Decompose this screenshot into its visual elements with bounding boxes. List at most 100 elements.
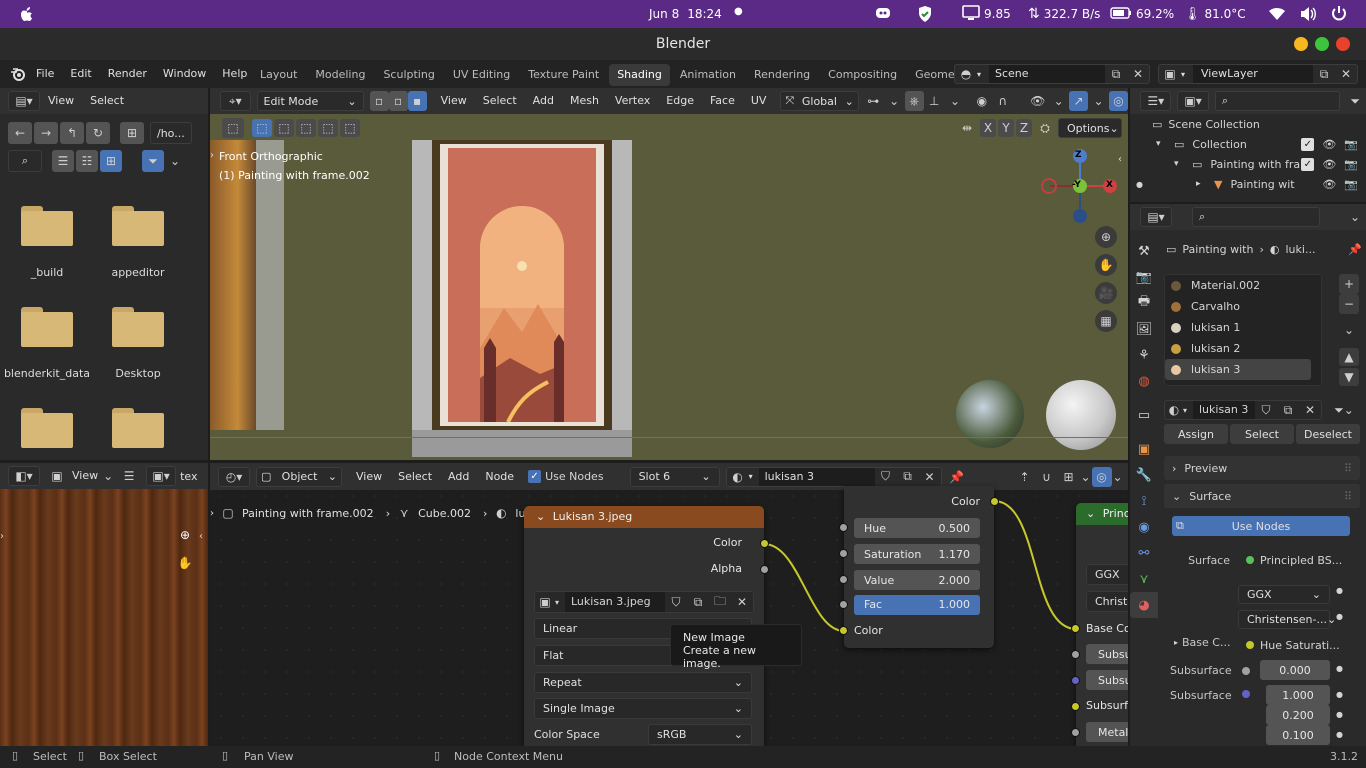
float-socket-icon[interactable] [1242,667,1250,675]
thumbnail-view-icon[interactable]: ⊞ [100,150,122,172]
camera-icon[interactable]: 🎥 [1095,282,1117,304]
snap-target-icon[interactable]: ⊥ [924,91,945,111]
extension-dropdown[interactable]: Repeat ⌄ [534,672,752,693]
options-dropdown[interactable]: Options ⌄ [1058,118,1122,138]
output-alpha-socket[interactable] [760,565,769,574]
chevron-right-icon[interactable]: › [210,150,214,161]
forward-arrow-icon[interactable]: → [34,122,58,144]
select-intersect-icon[interactable]: ⬚ [340,119,360,137]
subsurface-method-dropdown[interactable]: Christensen-... ⌄ [1238,610,1336,629]
tab-layout[interactable]: Layout [252,64,305,86]
apple-logo-icon[interactable] [18,5,36,23]
face-select-icon[interactable]: ▪ [407,91,427,111]
eye-icon[interactable]: 👁 [1322,158,1336,171]
fac-slider[interactable]: Fac 1.000 [854,595,980,615]
minimize-button[interactable] [1294,37,1308,51]
modifier-tab-icon[interactable]: 🔧 [1130,462,1158,488]
gizmo-toggle-icon[interactable]: ↗ [1069,91,1089,111]
material-slot-selected[interactable]: lukisan 3 [1165,359,1311,380]
close-icon[interactable]: ✕ [1127,64,1149,84]
select-button[interactable]: Select [1230,424,1294,444]
principled-bsdf-node[interactable]: ⌄ Princ GGX Christe Base Co Subsu Subsu … [1071,503,1128,746]
tab-modeling[interactable]: Modeling [307,64,373,86]
tab-animation[interactable]: Animation [672,64,744,86]
subsurface-field[interactable]: Subsu [1086,644,1128,664]
remove-slot-icon[interactable]: − [1339,294,1359,314]
drag-handle-icon[interactable]: ⠿ [1344,490,1352,503]
menu-add[interactable]: Add [525,88,562,114]
image-name[interactable]: Lukisan 3.jpeg [565,592,665,612]
wifi-icon[interactable] [1268,6,1286,25]
shield-icon[interactable] [917,5,933,26]
editor-type-button[interactable]: ⌖▾ [220,91,251,111]
select-subtract-icon[interactable]: ⬚ [296,119,316,137]
tool-tab-icon[interactable]: ⚒ [1130,238,1158,264]
drag-handle-icon[interactable]: ⠿ [1344,462,1352,475]
chevron-down-icon[interactable]: ▾ [1156,139,1170,149]
subsurface-field[interactable]: 0.000 [1260,660,1330,680]
copy-icon[interactable]: ⧉ [1277,400,1299,420]
fake-user-shield-icon[interactable]: ⛉ [1255,400,1277,420]
input-value-socket[interactable] [839,575,848,584]
render-tab-icon[interactable]: 📷 [1130,264,1158,290]
input-subsurface-color-socket[interactable] [1071,702,1080,711]
zoom-icon[interactable]: ⊕ [174,525,196,545]
base-color-link[interactable]: Hue Saturati... [1242,635,1350,655]
input-color-socket[interactable] [839,626,848,635]
fake-user-shield-icon[interactable]: ⛉ [665,592,687,612]
scene-tab-icon[interactable]: ⚘ [1130,342,1158,368]
select-invert-icon[interactable]: ⬚ [318,119,338,137]
folder-item[interactable]: _build [2,206,92,279]
camera-icon[interactable]: 📷 [1344,158,1358,171]
chevron-right-icon[interactable]: ▸ [1196,179,1210,189]
open-folder-icon[interactable]: 🗀 [709,592,731,612]
world-tab-icon[interactable]: ◍ [1130,368,1158,394]
outliner-row[interactable]: ▾ ▭ Collection ✓ 👁 📷 [1156,134,1366,154]
deselect-button[interactable]: Deselect [1296,424,1360,444]
pin-icon[interactable]: 📌 [1348,243,1362,256]
chevron-left-icon[interactable]: ‹ [199,531,203,542]
list-view-icon[interactable]: ☰ [52,150,74,172]
vector-socket-icon[interactable] [1242,690,1250,698]
hue-field[interactable]: Hue 0.500 [854,518,980,538]
detail-view-icon[interactable]: ☷ [76,150,98,172]
material-slot[interactable]: Carvalho [1165,296,1321,317]
surface-panel-header[interactable]: ⌄ Surface ⠿ [1164,484,1360,508]
scene-name[interactable]: Scene [989,65,1105,83]
menu-file[interactable]: File [28,60,62,88]
menu-select[interactable]: Select [82,88,132,114]
checkbox-icon[interactable]: ✓ [1301,157,1315,171]
saturation-field[interactable]: Saturation 1.170 [854,544,980,564]
folder-item[interactable] [2,408,73,448]
principled-node-header[interactable]: ⌄ Princ [1076,503,1128,525]
editor-type-button[interactable]: ▤▾ [1140,207,1172,227]
menu-help[interactable]: Help [214,60,255,88]
object-tab-icon[interactable]: ▣ [1130,436,1158,462]
tab-compositing[interactable]: Compositing [820,64,905,86]
pan-hand-icon[interactable]: ✋ [1095,254,1117,276]
back-arrow-icon[interactable]: ← [8,122,32,144]
outliner-row[interactable]: ● ▸ ▼ Painting wit 👁 📷 [1136,174,1366,194]
menu-edge[interactable]: Edge [658,88,702,114]
outliner-row[interactable]: ▾ ▭ Painting with fra ✓ 👁 📷 [1174,154,1366,174]
camera-icon[interactable]: 📷 [1344,138,1358,151]
output-color-socket[interactable] [760,539,769,548]
pivot-icon[interactable]: ⊶ [863,91,884,111]
close-button[interactable] [1336,37,1350,51]
eye-icon[interactable]: 👁 [1322,178,1336,191]
material-slot[interactable]: lukisan 1 [1165,317,1321,338]
proportional-edit-icon[interactable]: ◉ [971,91,992,111]
view-layer-tab-icon[interactable]: 🖼 [1130,316,1158,342]
chevron-down-icon[interactable]: ⌄ [1088,91,1109,111]
3d-viewport[interactable]: ⌖▾ Edit Mode ⌄ ▫ ▫ ▪ View Select Add Mesh… [210,88,1128,460]
move-up-icon[interactable]: ▲ [1339,348,1359,366]
blender-logo-icon[interactable] [10,66,26,85]
subsurface-radius-field[interactable]: Subsu [1086,670,1128,690]
value-field[interactable]: Value 2.000 [854,570,980,590]
source-dropdown[interactable]: Single Image ⌄ [534,698,752,719]
display-mode-button[interactable]: ▣▾ [1177,91,1209,111]
network-indicator[interactable]: ⇅ 322.7 B/s [1028,0,1100,28]
view-layer-name[interactable]: ViewLayer [1193,65,1313,83]
menu-view[interactable]: View [433,88,475,114]
subsurface-method-dropdown[interactable]: Christe [1086,591,1128,612]
